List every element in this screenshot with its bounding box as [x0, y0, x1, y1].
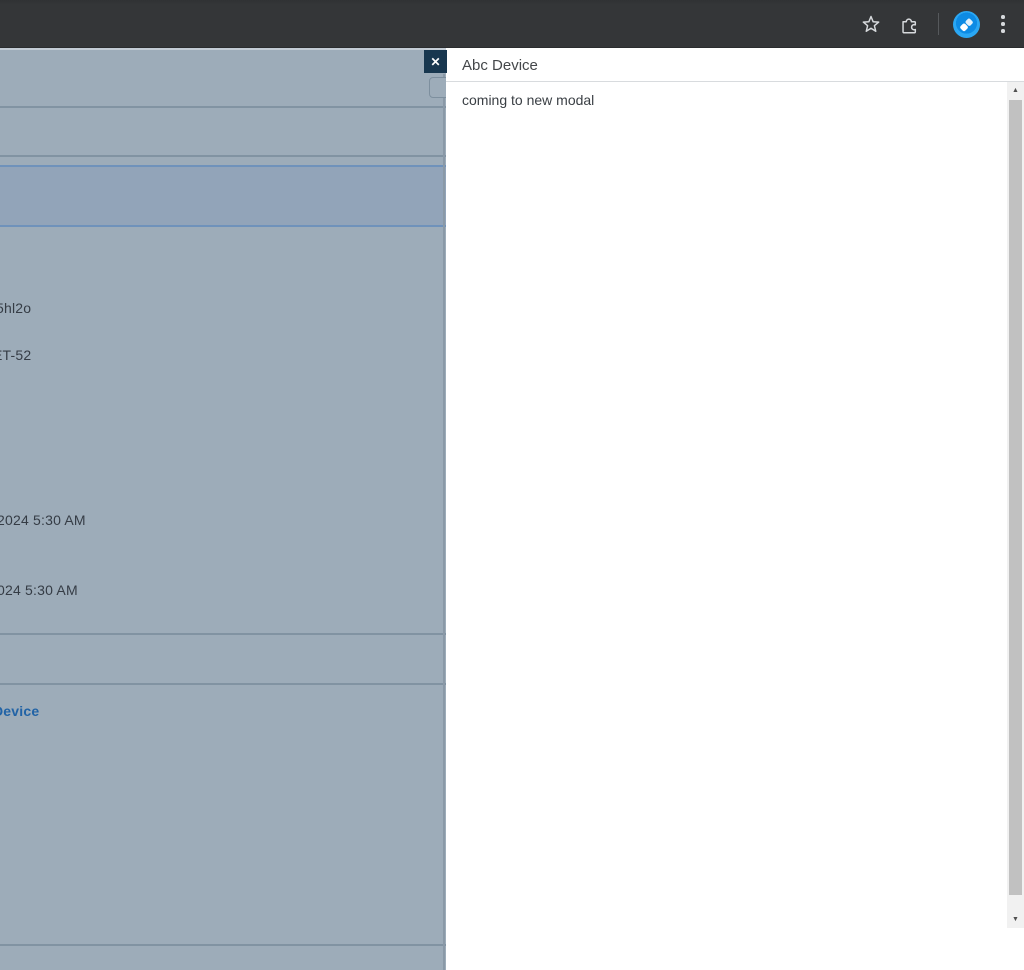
row-divider [0, 106, 446, 108]
timestamp-fragment: 2024 5:30 AM [0, 512, 86, 528]
toolbar-actions [856, 0, 1018, 48]
row-divider [0, 683, 446, 685]
selected-table-row[interactable] [0, 165, 446, 227]
profile-avatar[interactable] [953, 10, 980, 38]
scroll-up-icon[interactable]: ▲ [1007, 82, 1024, 99]
bookmark-star-icon[interactable] [856, 9, 886, 39]
scroll-down-icon[interactable]: ▼ [1007, 911, 1024, 928]
close-icon: ✕ [430, 54, 441, 69]
device-link[interactable]: Device [0, 703, 39, 719]
modal-body-text: coming to new modal [462, 92, 595, 108]
modal-scrollbar[interactable]: ▲ ▼ [1007, 82, 1024, 928]
row-divider [0, 944, 446, 946]
hidden-button-corner [429, 77, 446, 98]
browser-menu-kebab-icon[interactable] [988, 9, 1018, 39]
extensions-icon[interactable] [894, 9, 924, 39]
page-top-edge [0, 48, 446, 50]
timestamp-fragment: 024 5:30 AM [0, 582, 78, 598]
row-divider [0, 155, 446, 157]
background-page: 5hl2o ET-52 2024 5:30 AM 024 5:30 AM Dev… [0, 48, 446, 970]
scrollbar-thumb[interactable] [1009, 100, 1022, 895]
modal-close-button[interactable]: ✕ [424, 50, 447, 73]
device-modal: Abc Device coming to new modal ▲ ▼ [446, 48, 1024, 970]
browser-toolbar [0, 0, 1024, 48]
cell-text-fragment: ET-52 [0, 347, 32, 363]
modal-title: Abc Device [462, 57, 538, 74]
table-edge-line [443, 74, 445, 970]
toolbar-separator [938, 13, 939, 35]
cell-text-fragment: 5hl2o [0, 300, 32, 316]
modal-body: coming to new modal [446, 82, 1007, 970]
row-divider [0, 633, 446, 635]
